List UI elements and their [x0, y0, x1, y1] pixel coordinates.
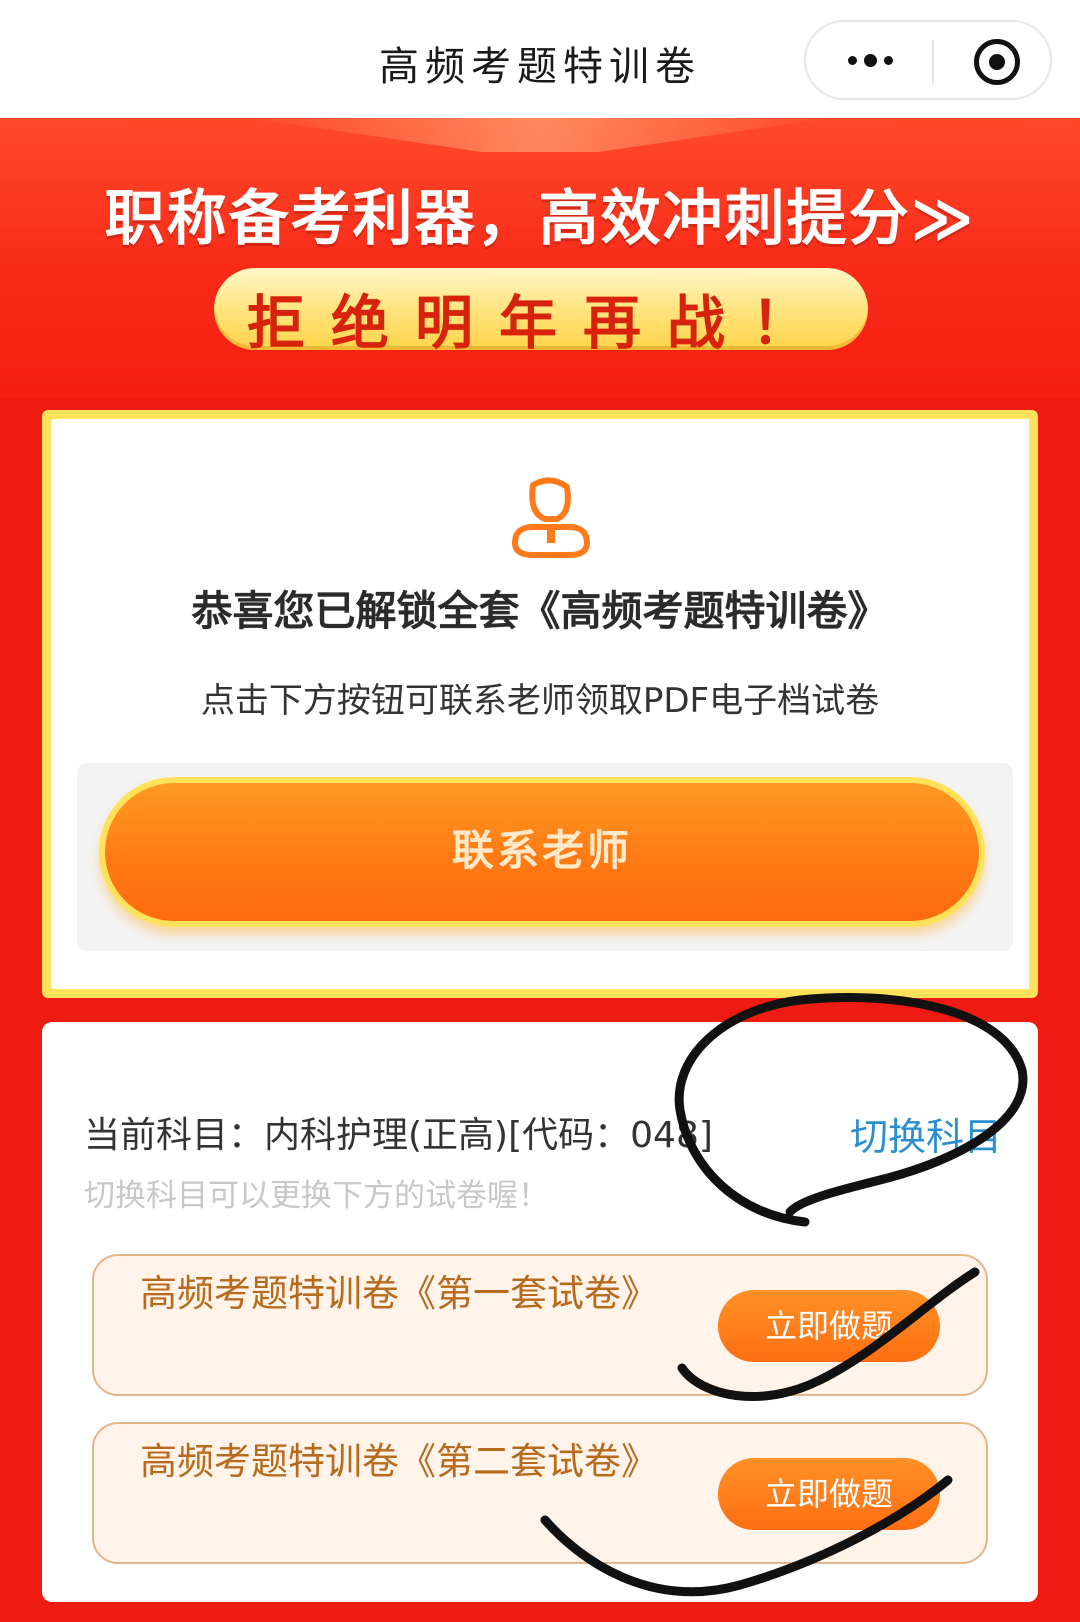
- target-close-icon[interactable]: [974, 39, 1020, 85]
- unlock-subtitle: 点击下方按钮可联系老师领取PDF电子档试卷: [200, 681, 880, 721]
- banner-headline: 职称备考利器，高效冲刺提分≫: [104, 184, 976, 254]
- contact-teacher-button[interactable]: 联系老师: [99, 777, 985, 927]
- mini-program-capsule: [804, 20, 1052, 100]
- paper-item: 高频考题特训卷《第二套试卷》 立即做题: [92, 1422, 988, 1564]
- current-subject: 当前科目：内科护理(正高)[代码：048]: [84, 1115, 713, 1156]
- slogan-pill: 拒绝明年再战！: [214, 268, 868, 357]
- more-dots-icon[interactable]: [842, 53, 902, 69]
- user-icon: [511, 477, 591, 558]
- paper-item: 高频考题特训卷《第一套试卷》 立即做题: [92, 1254, 988, 1396]
- top-bar: 高频考题特训卷: [0, 0, 1080, 118]
- unlock-card: 恭喜您已解锁全套《高频考题特训卷》 点击下方按钮可联系老师领取PDF电子档试卷 …: [42, 410, 1038, 998]
- switch-subject-link[interactable]: 切换科目: [850, 1106, 1002, 1161]
- start-quiz-button[interactable]: 立即做题: [718, 1458, 940, 1530]
- slogan-text: 拒绝明年再战！: [246, 289, 835, 357]
- switch-hint: 切换科目可以更换下方的试卷喔！: [84, 1178, 549, 1214]
- paper-title: 高频考题特训卷《第二套试卷》: [140, 1440, 658, 1483]
- banner-notch: [250, 118, 830, 152]
- promo-banner: 职称备考利器，高效冲刺提分≫ 拒绝明年再战！: [0, 118, 1080, 398]
- paper-title: 高频考题特训卷《第一套试卷》: [140, 1272, 658, 1315]
- contact-button-wrapper: 联系老师: [77, 763, 1013, 951]
- start-quiz-button[interactable]: 立即做题: [718, 1290, 940, 1362]
- capsule-divider: [932, 40, 934, 84]
- unlock-congrats: 恭喜您已解锁全套《高频考题特训卷》: [191, 587, 889, 635]
- subject-card: 当前科目：内科护理(正高)[代码：048] 切换科目 切换科目可以更换下方的试卷…: [42, 1022, 1038, 1602]
